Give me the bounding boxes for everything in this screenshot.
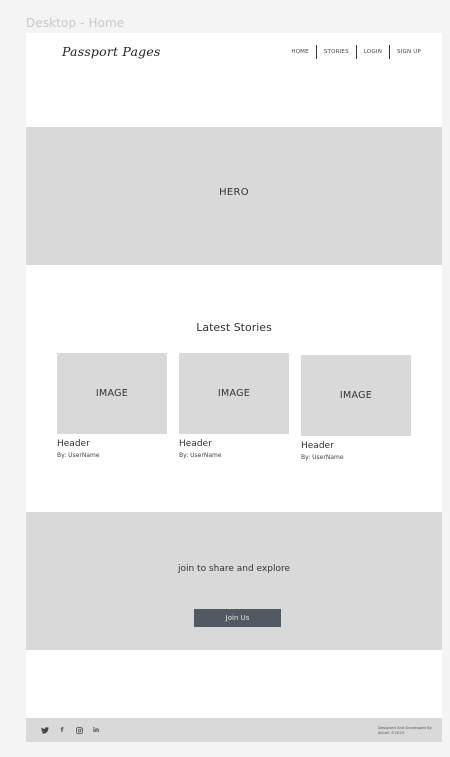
- twitter-icon[interactable]: [40, 725, 50, 735]
- frame-label: Desktop - Home: [26, 16, 125, 30]
- cta-text: join to share and explore: [177, 564, 291, 574]
- site-footer: f in Designed And Developed By AtGaS ©20…: [26, 718, 442, 742]
- story-header[interactable]: Header: [301, 441, 411, 451]
- story-image[interactable]: IMAGE: [179, 353, 289, 434]
- story-author: By: UserName: [57, 452, 100, 459]
- nav-login[interactable]: LOGIN: [357, 49, 389, 55]
- story-card[interactable]: IMAGE Header By: UserName: [57, 353, 167, 459]
- footer-credit: Designed And Developed By AtGaS ©2023: [378, 725, 432, 735]
- story-header[interactable]: Header: [179, 439, 289, 449]
- credit-line: AtGaS ©2023: [377, 730, 405, 735]
- nav-home[interactable]: HOME: [284, 49, 316, 55]
- story-card[interactable]: IMAGE Header By: UserName: [179, 353, 289, 459]
- story-card[interactable]: IMAGE Header By: UserName: [301, 355, 411, 461]
- story-image[interactable]: IMAGE: [57, 353, 167, 434]
- hero-section: HERO: [26, 127, 442, 265]
- linkedin-icon[interactable]: in: [91, 725, 101, 735]
- hero-label: HERO: [219, 187, 249, 198]
- main-nav: HOME STORIES LOGIN SIGN UP: [284, 45, 428, 59]
- nav-stories[interactable]: STORIES: [317, 49, 356, 55]
- instagram-icon[interactable]: [74, 725, 84, 735]
- social-links: f in: [40, 725, 101, 735]
- story-author: By: UserName: [179, 452, 222, 459]
- story-image[interactable]: IMAGE: [301, 355, 411, 436]
- page-canvas: Passport Pages HOME STORIES LOGIN SIGN U…: [26, 33, 442, 742]
- story-author: By: UserName: [301, 454, 344, 461]
- nav-signup[interactable]: SIGN UP: [390, 49, 428, 55]
- latest-stories-title: Latest Stories: [196, 321, 272, 334]
- cta-section: join to share and explore Join Us: [26, 512, 442, 650]
- story-header[interactable]: Header: [57, 439, 167, 449]
- facebook-icon[interactable]: f: [57, 725, 67, 735]
- site-logo[interactable]: Passport Pages: [62, 44, 161, 59]
- join-us-button[interactable]: Join Us: [194, 609, 281, 627]
